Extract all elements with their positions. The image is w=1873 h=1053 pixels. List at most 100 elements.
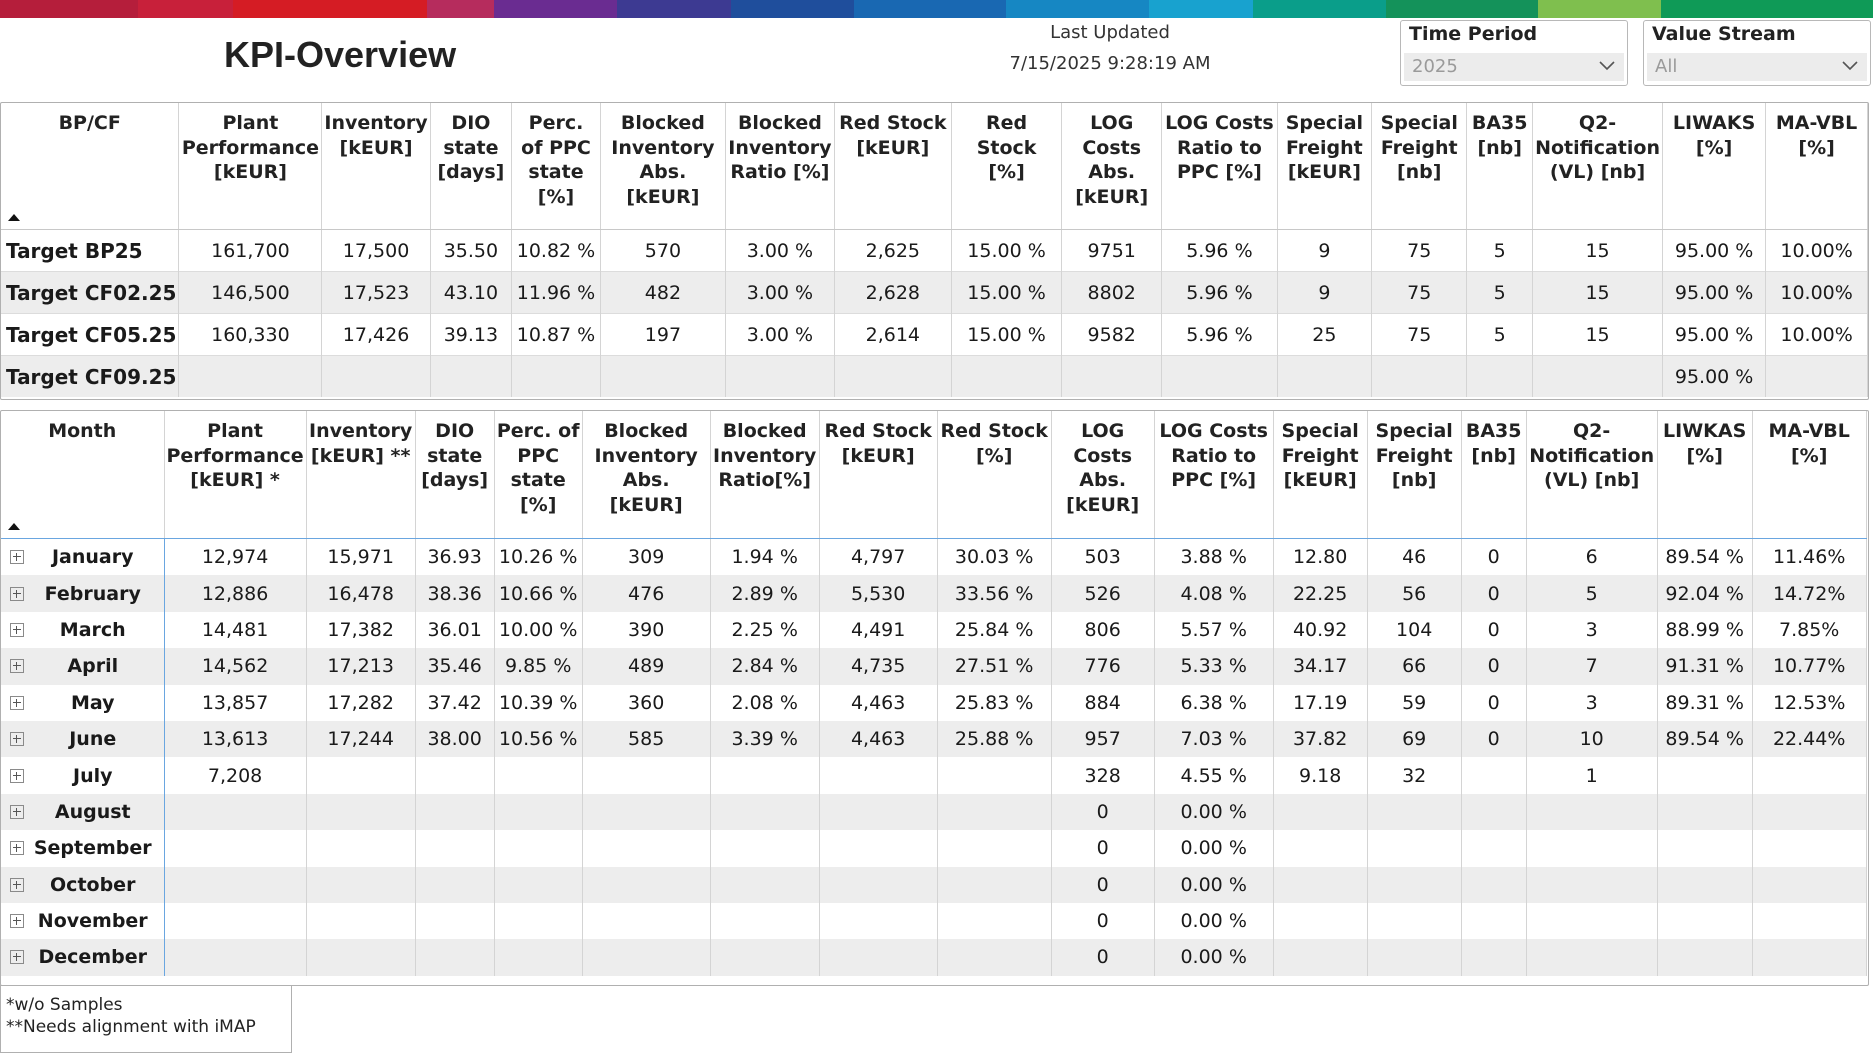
column-header-text: Ratio [%] <box>730 161 830 183</box>
targets-table-panel: BP/CF Plant Performance [kEUR] Inventory [kEU… <box>0 102 1869 400</box>
months-cell: 6.38 % <box>1154 684 1274 721</box>
months-col-header[interactable]: Inventory [kEUR] ** <box>306 411 416 539</box>
targets-cell: 9 <box>1277 271 1373 314</box>
expand-plus-icon[interactable] <box>10 586 24 601</box>
months-cell <box>1461 902 1527 940</box>
months-cell: 4,463 <box>819 720 938 758</box>
months-col-header[interactable]: Red Stock [kEUR] <box>819 411 938 539</box>
months-cell <box>415 866 495 903</box>
months-cell <box>1657 793 1753 831</box>
expand-plus-icon[interactable] <box>10 550 24 565</box>
months-col-header[interactable]: LOG Costs Ratio to PPC [%] <box>1154 411 1274 539</box>
targets-col-header[interactable]: Blocked Inventory Ratio [%] <box>725 103 835 230</box>
months-col-header[interactable]: MA-VBL [%] <box>1752 411 1867 539</box>
expand-plus-icon[interactable] <box>10 950 24 965</box>
targets-col-header[interactable]: Blocked Inventory Abs. [kEUR] <box>600 103 726 230</box>
month-name: March <box>59 618 126 641</box>
months-cell <box>819 866 938 903</box>
targets-cell <box>1277 355 1373 397</box>
expand-plus-icon[interactable] <box>10 877 24 892</box>
column-header-text: Inventory <box>324 112 428 134</box>
expand-plus-icon[interactable] <box>10 841 24 856</box>
expand-plus-icon[interactable] <box>10 622 24 637</box>
targets-col-header[interactable]: Special Freight [nb] <box>1371 103 1468 230</box>
months-col-header[interactable]: Red Stock [%] <box>937 411 1052 539</box>
targets-col-header[interactable]: Perc. of PPC state [%] <box>511 103 601 230</box>
months-col-header[interactable]: Blocked Inventory Abs. [kEUR] <box>582 411 711 539</box>
value-stream-slicer[interactable]: Value Stream All <box>1643 20 1871 86</box>
months-col-header[interactable]: LIWKAS [%] <box>1657 411 1753 539</box>
months-cell <box>1461 939 1527 976</box>
chevron-down-icon[interactable] <box>1841 56 1859 74</box>
month-name: April <box>67 655 119 678</box>
months-col-header[interactable]: Plant Performance [kEUR] * <box>164 411 307 539</box>
targets-cell: 95.00 % <box>1662 355 1767 397</box>
months-row-label: April <box>1 648 165 685</box>
targets-cell: 146,500 <box>178 271 323 314</box>
targets-col-header[interactable]: BP/CF <box>1 103 180 230</box>
targets-col-header[interactable]: Q2- Notification (VL) [nb] <box>1532 103 1664 230</box>
months-cell <box>819 902 938 940</box>
page-title: KPI-Overview <box>224 34 457 75</box>
column-header-text: [kEUR] <box>1066 493 1140 516</box>
targets-col-header[interactable]: Inventory [kEUR] <box>321 103 431 230</box>
targets-cell <box>1532 355 1664 397</box>
months-col-header[interactable]: Perc. of PPC state [%] <box>494 411 583 539</box>
months-col-header[interactable]: BA35 [nb] <box>1461 411 1527 539</box>
months-row-label: July <box>1 757 165 794</box>
months-cell: 0 <box>1461 684 1527 721</box>
column-header-text: MA-VBL <box>1775 112 1858 134</box>
months-col-header[interactable]: Special Freight [nb] <box>1367 411 1462 539</box>
targets-col-header[interactable]: MA-VBL [%] <box>1765 103 1868 230</box>
targets-col-header[interactable]: BA35 [nb] <box>1466 103 1534 230</box>
months-cell <box>1526 830 1658 867</box>
sort-ascending-icon[interactable] <box>8 523 20 530</box>
months-cell <box>1461 793 1527 831</box>
months-cell <box>1273 939 1368 976</box>
expand-plus-icon[interactable] <box>10 768 24 783</box>
expand-plus-icon[interactable] <box>10 695 24 710</box>
targets-col-header[interactable]: LIWAKS [%] <box>1662 103 1767 230</box>
column-header-text: [kEUR] <box>856 136 930 159</box>
column-header-text: Notification <box>1529 444 1655 467</box>
months-col-header[interactable]: DIO state [days] <box>415 411 495 539</box>
months-col-header[interactable]: Q2- Notification (VL) [nb] <box>1526 411 1658 539</box>
column-header-text: Ratio to <box>1171 444 1257 467</box>
column-header-text: Freight <box>1286 136 1363 159</box>
months-cell: 46 <box>1367 538 1462 576</box>
targets-col-header[interactable]: LOG Costs Abs. [kEUR] <box>1061 103 1163 230</box>
months-col-header[interactable]: Special Freight [kEUR] <box>1273 411 1368 539</box>
targets-col-header[interactable]: Special Freight [kEUR] <box>1277 103 1373 230</box>
months-cell: 4.08 % <box>1154 575 1274 612</box>
month-cell: May <box>1 692 162 714</box>
column-header-text: of PPC <box>521 136 591 159</box>
months-cell <box>1461 757 1527 794</box>
months-col-header[interactable]: Month <box>1 411 165 539</box>
months-cell <box>937 939 1052 976</box>
expand-plus-icon[interactable] <box>10 659 24 674</box>
expand-plus-icon[interactable] <box>10 914 24 929</box>
chevron-down-icon[interactable] <box>1598 56 1616 74</box>
column-header-text: [kEUR] <box>339 136 413 159</box>
sort-ascending-icon[interactable] <box>8 214 20 221</box>
targets-col-header[interactable]: DIO state [days] <box>430 103 513 230</box>
months-col-header[interactable]: LOG Costs Abs. [kEUR] <box>1051 411 1155 539</box>
months-cell <box>164 830 307 867</box>
expand-plus-icon[interactable] <box>10 732 24 747</box>
time-period-dropdown[interactable]: 2025 <box>1404 53 1624 81</box>
months-col-header[interactable]: Blocked Inventory Ratio[%] <box>710 411 820 539</box>
brand-bar-segment <box>232 0 428 18</box>
months-cell <box>1367 830 1462 867</box>
column-header-text: [%] <box>519 493 557 516</box>
months-cell <box>164 902 307 940</box>
targets-col-header[interactable]: LOG Costs Ratio to PPC [%] <box>1161 103 1278 230</box>
months-cell: 34.17 <box>1273 648 1368 685</box>
targets-col-header[interactable]: Plant Performance [kEUR] <box>178 103 323 230</box>
value-stream-dropdown[interactable]: All <box>1647 53 1867 81</box>
expand-plus-icon[interactable] <box>10 804 24 819</box>
targets-col-header[interactable]: Red Stock [%] <box>951 103 1063 230</box>
time-period-slicer[interactable]: Time Period 2025 <box>1400 20 1628 86</box>
targets-col-header[interactable]: Red Stock [kEUR] <box>834 103 952 230</box>
column-header-text: Special <box>1281 420 1359 442</box>
months-cell: 14,562 <box>164 648 307 685</box>
